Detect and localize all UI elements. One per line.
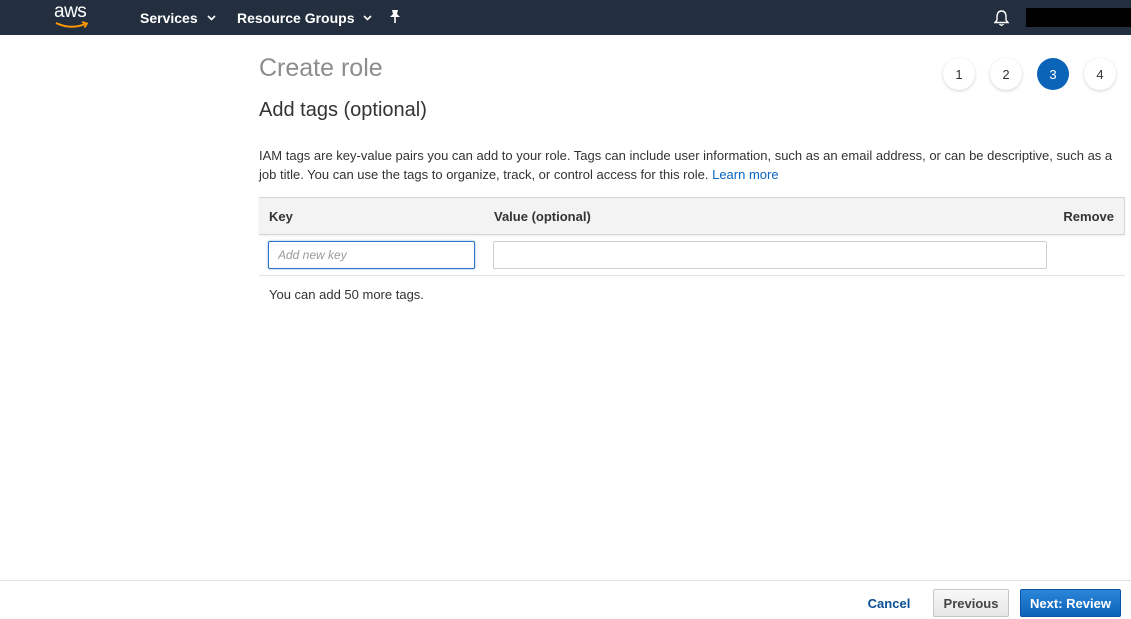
tags-description: IAM tags are key-value pairs you can add… [259,146,1121,184]
learn-more-link[interactable]: Learn more [712,167,778,182]
tag-value-input[interactable] [493,241,1047,269]
tags-description-text: IAM tags are key-value pairs you can add… [259,148,1113,182]
remaining-tags-text: You can add 50 more tags. [269,287,424,302]
resource-groups-label: Resource Groups [237,9,355,26]
chevron-down-icon [363,14,373,21]
aws-smile-icon [55,21,89,28]
step-1[interactable]: 1 [943,58,975,90]
resource-groups-menu[interactable]: Resource Groups [237,0,373,35]
step-4[interactable]: 4 [1084,58,1116,90]
page-title: Create role [259,54,383,82]
pin-icon[interactable] [388,9,402,25]
bell-icon[interactable] [993,9,1010,27]
cancel-button[interactable]: Cancel [862,589,916,617]
column-header-key: Key [269,209,293,224]
section-title: Add tags (optional) [259,99,427,121]
table-row [259,235,1125,276]
aws-logo-text: aws [54,1,87,22]
step-3-active: 3 [1037,58,1069,90]
services-menu[interactable]: Services [140,0,216,35]
services-label: Services [140,9,198,26]
next-review-button[interactable]: Next: Review [1020,589,1121,617]
step-2[interactable]: 2 [990,58,1022,90]
column-header-value: Value (optional) [494,209,591,224]
tag-key-input[interactable] [268,241,475,269]
tags-table-header: Key Value (optional) Remove [259,197,1125,235]
wizard-footer: Cancel Previous Next: Review [0,580,1131,619]
previous-button[interactable]: Previous [933,589,1009,617]
aws-logo[interactable]: aws [54,1,92,31]
top-navigation-bar: aws Services Resource Groups [0,0,1131,35]
account-menu-redacted[interactable] [1026,8,1131,27]
chevron-down-icon [207,14,216,21]
column-header-remove: Remove [1063,209,1114,224]
